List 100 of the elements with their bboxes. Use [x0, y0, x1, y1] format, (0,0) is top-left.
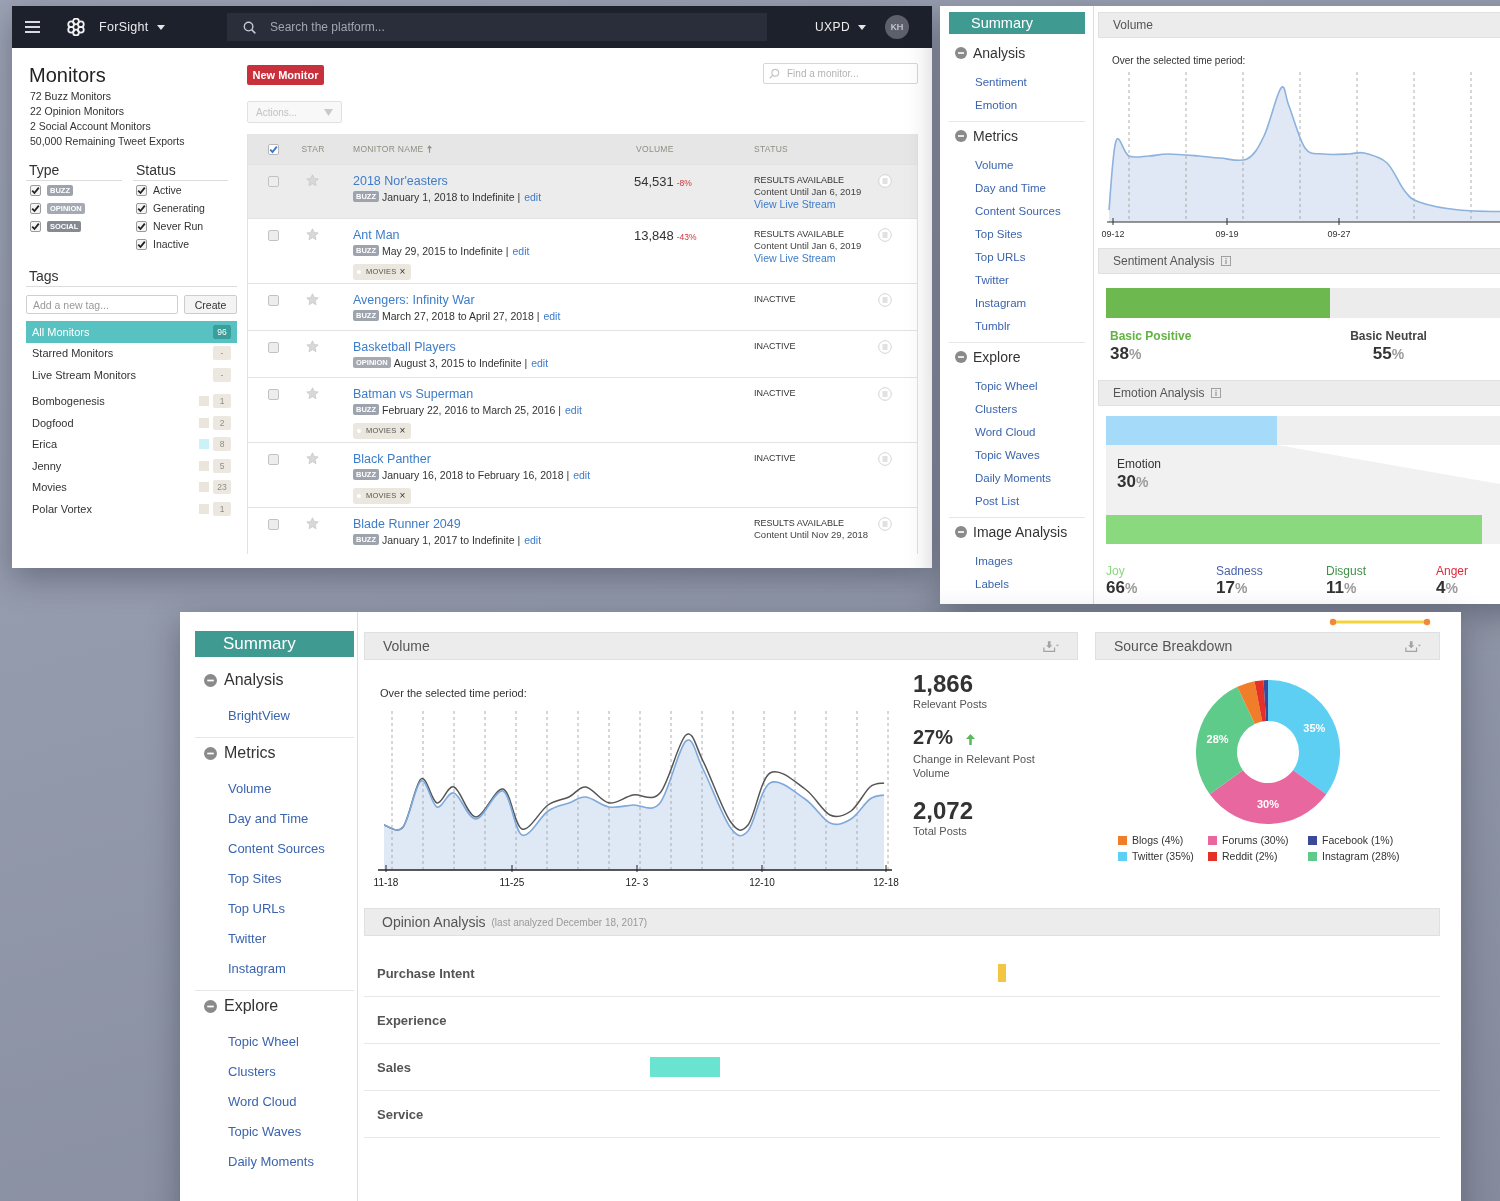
nav-link[interactable]: Top URLs	[975, 246, 1026, 269]
nav-link[interactable]: Labels	[975, 573, 1009, 596]
search-field[interactable]: Search the platform...	[227, 13, 767, 41]
nav-link[interactable]: Day and Time	[228, 804, 309, 834]
list-icon[interactable]	[878, 340, 892, 354]
monitor-name-link[interactable]: Blade Runner 2049	[353, 517, 461, 532]
star-icon[interactable]	[306, 174, 319, 187]
nav-link[interactable]: Instagram	[228, 954, 286, 984]
section-heading[interactable]: Explore	[973, 348, 1021, 365]
tag-item[interactable]: Polar Vortex	[32, 502, 92, 515]
nav-link[interactable]: Daily Moments	[228, 1147, 314, 1177]
collapse-icon[interactable]	[204, 999, 217, 1013]
edit-link[interactable]: edit	[531, 356, 549, 369]
section-heading[interactable]: Analysis	[973, 44, 1026, 61]
edit-link[interactable]: edit	[524, 533, 542, 546]
nav-link[interactable]: Topic Wheel	[228, 1027, 299, 1057]
star-icon[interactable]	[306, 452, 319, 465]
row-checkbox[interactable]	[268, 454, 279, 465]
download-icon[interactable]	[1043, 639, 1059, 653]
row-checkbox[interactable]	[268, 295, 279, 306]
list-icon[interactable]	[878, 174, 892, 188]
checkbox[interactable]	[136, 238, 147, 250]
checkbox[interactable]	[136, 202, 147, 214]
monitor-name-link[interactable]: Ant Man	[353, 228, 400, 243]
nav-link[interactable]: Word Cloud	[228, 1087, 297, 1117]
nav-link[interactable]: Content Sources	[228, 834, 325, 864]
checkbox[interactable]	[30, 220, 41, 232]
nav-link[interactable]: Top Sites	[228, 864, 282, 894]
collapse-icon[interactable]	[204, 673, 217, 687]
tag-item[interactable]: Bombogenesis	[32, 395, 105, 408]
logo-icon[interactable]	[67, 18, 85, 36]
edit-link[interactable]: edit	[573, 468, 591, 481]
caret-icon[interactable]	[858, 24, 866, 30]
nav-link[interactable]: Twitter	[975, 269, 1009, 292]
nav-link[interactable]: Instagram	[975, 292, 1027, 315]
filter-item[interactable]: Live Stream Monitors	[32, 368, 136, 381]
edit-link[interactable]: edit	[524, 190, 542, 203]
brand-name[interactable]: ForSight	[99, 20, 149, 34]
nav-link[interactable]: Clusters	[975, 398, 1018, 421]
create-button[interactable]: Create	[184, 295, 237, 314]
section-heading[interactable]: Analysis	[224, 671, 284, 689]
monitor-name-link[interactable]: Avengers: Infinity War	[353, 293, 475, 308]
filter-item[interactable]: Starred Monitors	[32, 347, 114, 360]
nav-link[interactable]: Tumblr	[975, 315, 1011, 338]
monitor-name-link[interactable]: Basketball Players	[353, 340, 456, 355]
live-stream-link[interactable]: View Live Stream	[754, 252, 836, 265]
tag-input[interactable]: Add a new tag...	[26, 295, 178, 314]
monitor-name-link[interactable]: Black Panther	[353, 452, 431, 467]
row-checkbox[interactable]	[268, 342, 279, 353]
tag-item[interactable]: Movies	[32, 481, 67, 494]
nav-link[interactable]: Content Sources	[975, 200, 1061, 223]
collapse-icon[interactable]	[955, 129, 967, 142]
tag-item[interactable]: Erica	[32, 438, 58, 451]
find-monitor-field[interactable]: Find a monitor...	[763, 63, 918, 84]
account-menu[interactable]: UXPD	[815, 20, 850, 34]
checkbox[interactable]	[136, 220, 147, 232]
new-monitor-button[interactable]: New Monitor	[247, 65, 324, 85]
tag-item[interactable]: Dogfood	[32, 416, 74, 429]
nav-link[interactable]: Twitter	[228, 924, 267, 954]
live-stream-link[interactable]: View Live Stream	[754, 198, 836, 211]
collapse-icon[interactable]	[955, 525, 967, 538]
monitor-name-link[interactable]: Batman vs Superman	[353, 387, 474, 402]
nav-link[interactable]: Top Sites	[975, 223, 1023, 246]
info-icon[interactable]	[1211, 388, 1222, 398]
section-heading[interactable]: Metrics	[224, 744, 276, 762]
edit-link[interactable]: edit	[543, 309, 561, 322]
summary-tab[interactable]: Summary	[195, 631, 354, 657]
checkbox[interactable]	[136, 184, 147, 196]
section-heading[interactable]: Metrics	[973, 127, 1019, 144]
tag-item[interactable]: Jenny	[32, 459, 62, 472]
nav-link[interactable]: Word Cloud	[975, 421, 1036, 444]
star-icon[interactable]	[306, 387, 319, 400]
edit-link[interactable]: edit	[512, 244, 530, 257]
nav-link[interactable]: Top URLs	[228, 894, 286, 924]
select-all-checkbox[interactable]	[268, 143, 279, 155]
nav-link[interactable]: Clusters	[228, 1057, 276, 1087]
section-heading[interactable]: Image Analysis	[973, 523, 1068, 540]
list-icon[interactable]	[878, 387, 892, 401]
star-icon[interactable]	[306, 340, 319, 353]
nav-link[interactable]: Topic Waves	[975, 444, 1040, 467]
nav-link[interactable]: Sentiment	[975, 71, 1027, 94]
sort-arrow-icon[interactable]	[426, 145, 432, 153]
nav-link[interactable]: Topic Wheel	[975, 375, 1038, 398]
star-icon[interactable]	[306, 517, 319, 530]
collapse-icon[interactable]	[955, 46, 967, 59]
nav-link[interactable]: Volume	[975, 154, 1014, 177]
nav-link[interactable]: Topic Waves	[228, 1117, 302, 1147]
menu-icon[interactable]	[25, 21, 40, 33]
edit-link[interactable]: edit	[565, 403, 582, 416]
nav-link[interactable]: BrightView	[228, 701, 290, 731]
row-checkbox[interactable]	[268, 230, 279, 241]
collapse-icon[interactable]	[955, 350, 967, 363]
list-icon[interactable]	[878, 452, 892, 466]
download-icon[interactable]	[1405, 639, 1421, 653]
caret-icon[interactable]	[156, 24, 165, 30]
user-avatar[interactable]: KH	[885, 15, 909, 39]
info-icon[interactable]	[1221, 256, 1232, 266]
row-checkbox[interactable]	[268, 519, 279, 530]
nav-link[interactable]: Day and Time	[975, 177, 1046, 200]
list-icon[interactable]	[878, 517, 892, 531]
